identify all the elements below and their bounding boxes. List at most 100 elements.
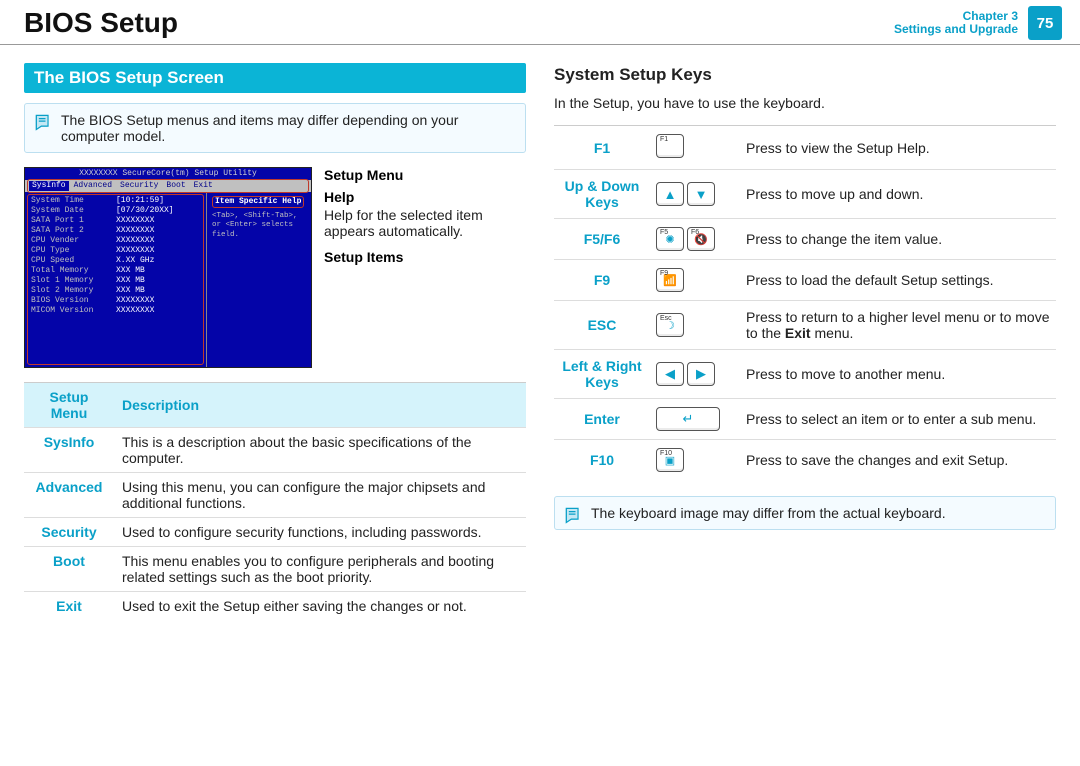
keycap-cell: ◀▶ [650,350,740,399]
keycap-label: F1 [660,136,668,143]
table-row: Enter↵ Press to select an item or to ente… [554,399,1056,440]
key-desc: Press to move up and down. [740,170,1056,219]
keycap-cell: ▲▼ [650,170,740,219]
bios-tab: SysInfo [29,181,69,191]
page-title: BIOS Setup [24,7,178,39]
key-label: F1 [554,126,650,170]
bios-screenshot: XXXXXXXX SecureCore(tm) Setup Utility Sy… [24,167,312,368]
key-label: F10 [554,440,650,481]
bios-tab: Exit [191,181,216,191]
bios-row: Total MemoryXXX MB [31,266,200,276]
keys-table: F1 F1 Press to view the Setup Help. Up & Do… [554,125,1056,480]
keycap-cell: F10▣ [650,440,740,481]
keycap-icon: ▶ [696,366,706,382]
keycap-icon: ▼ [695,187,708,202]
page-number: 75 [1028,6,1062,40]
keycap: F5✺ [656,227,684,251]
bios-value: XXX MB [116,286,145,296]
keycap-cell: F5✺F6🔇 [650,219,740,260]
key-desc: Press to select an item or to enter a su… [740,399,1056,440]
bios-row: System Time[10:21:59] [31,196,200,206]
table-row: F1 F1 Press to view the Setup Help. [554,126,1056,170]
right-column: System Setup Keys In the Setup, you have… [554,63,1056,620]
key-label: Enter [554,399,650,440]
menu-desc: Used to configure security functions, in… [114,518,526,547]
table-row: Left & Right Keys◀▶Press to move to anot… [554,350,1056,399]
left-column: The BIOS Setup Screen The BIOS Setup men… [24,63,526,620]
bios-tab: Advanced [71,181,115,191]
bios-value: [10:21:59] [116,196,164,206]
key-label: ESC [554,301,650,350]
table-row: F5/F6F5✺F6🔇Press to change the item valu… [554,219,1056,260]
keycap-label: F10 [660,450,672,457]
key-label: Up & Down Keys [554,170,650,219]
table-row: SysInfoThis is a description about the b… [24,428,526,473]
menu-table-h2: Description [114,383,526,428]
table-row: Up & Down Keys▲▼Press to move up and dow… [554,170,1056,219]
bios-row: CPU SpeedX.XX GHz [31,256,200,266]
keycap-label: F9 [660,270,668,277]
table-row: BootThis menu enables you to configure p… [24,547,526,592]
bios-value: XXX MB [116,276,145,286]
bios-tab: Security [117,181,161,191]
note-icon [563,505,583,525]
chapter-line-2: Settings and Upgrade [894,23,1018,36]
table-row: SecurityUsed to configure security funct… [24,518,526,547]
bios-key: SATA Port 1 [31,216,116,226]
keycap-cell: ↵ [650,399,740,440]
bios-help-panel: Item Specific Help <Tab>, <Shift-Tab>, o… [206,192,311,367]
note-icon [33,112,53,132]
menu-desc: This is a description about the basic sp… [114,428,526,473]
info-note: The BIOS Setup menus and items may diffe… [24,103,526,153]
keycap-cell: Esc☽ [650,301,740,350]
bios-key: System Date [31,206,116,216]
bios-value: XXXXXXXX [116,296,154,306]
bios-tab: Boot [163,181,188,191]
bios-key: BIOS Version [31,296,116,306]
bios-row: CPU TypeXXXXXXXX [31,246,200,256]
key-desc: Press to view the Setup Help. [740,126,1056,170]
keycap-icon: ◀ [665,366,675,382]
keycap: ◀ [656,362,684,386]
keycap-label: F5 [660,229,668,236]
bios-value: XXXXXXXX [116,306,154,316]
bios-row: Slot 2 MemoryXXX MB [31,286,200,296]
bios-row: System Date[07/30/20XX] [31,206,200,216]
keycap: ↵ [656,407,720,431]
menu-table-h1: Setup Menu [24,383,114,428]
page-header: BIOS Setup Chapter 3 Settings and Upgrad… [0,0,1080,45]
keycap-cell: F1 [650,126,740,170]
bios-window-title: XXXXXXXX SecureCore(tm) Setup Utility [25,168,311,180]
key-desc: Press to change the item value. [740,219,1056,260]
keycap-label: F6 [691,229,699,236]
callout-setup-items: Setup Items [324,249,526,265]
menu-name: SysInfo [24,428,114,473]
bios-row: BIOS VersionXXXXXXXX [31,296,200,306]
bios-key: Total Memory [31,266,116,276]
bios-key: CPU Type [31,246,116,256]
bios-value: XXXXXXXX [116,246,154,256]
bios-main-panel: System Time[10:21:59]System Date[07/30/2… [25,192,206,367]
bios-help-title: Item Specific Help [215,197,301,206]
right-intro: In the Setup, you have to use the keyboa… [554,95,1056,111]
callout-help-body: Help for the selected item appears autom… [324,207,526,239]
bios-value: X.XX GHz [116,256,154,266]
menu-name: Security [24,518,114,547]
bios-row: SATA Port 1XXXXXXXX [31,216,200,226]
bios-key: CPU Speed [31,256,116,266]
bios-key: System Time [31,196,116,206]
table-row: AdvancedUsing this menu, you can configu… [24,473,526,518]
table-row: ESCEsc☽Press to return to a higher level… [554,301,1056,350]
keycap: ▲ [656,182,684,206]
table-row: F10F10▣Press to save the changes and exi… [554,440,1056,481]
bios-key: MICOM Version [31,306,116,316]
keycap: F1 [656,134,684,158]
key-desc: Press to load the default Setup settings… [740,260,1056,301]
table-row: F9F9📶Press to load the default Setup set… [554,260,1056,301]
keycap: ▼ [687,182,715,206]
keyboard-note-text: The keyboard image may differ from the a… [591,505,946,521]
menu-name: Advanced [24,473,114,518]
bios-value: [07/30/20XX] [116,206,174,216]
bios-help-body: <Tab>, <Shift-Tab>, or <Enter> selects f… [212,212,306,240]
bios-key: Slot 1 Memory [31,276,116,286]
